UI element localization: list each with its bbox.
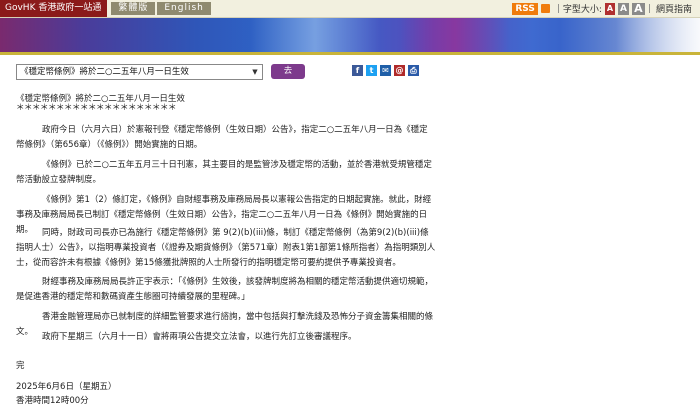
separator: | [647,3,651,14]
article-paragraph: 同時，財政司司長亦已為施行《穩定幣條例》第 9(2)(b)(iii)條，制訂《穩… [16,228,436,268]
top-bar: GovHK 香港政府一站通 繁體版 English RSS | 字型大小: A … [0,0,700,18]
font-size-small-button[interactable]: A [604,2,615,15]
mail-icon[interactable]: ✉ [380,65,391,76]
article-paragraph: 財經事務及庫務局局長許正宇表示：「《條例》生效後，該發牌制度將為相關的穩定幣活動… [16,277,434,302]
font-size-large-button[interactable]: A [631,2,645,15]
header-banner [0,18,700,55]
article-time: 香港時間12時00分 [16,396,89,406]
rss-icon[interactable] [540,4,550,13]
article-paragraph: 《條例》已於二○二五年五月三十日刊憲，其主要目的是監管涉及穩定幣的活動，並於香港… [16,160,432,185]
lang-traditional-chinese[interactable]: 繁體版 [111,2,156,15]
lang-english[interactable]: English [157,2,211,15]
select-value: 《穩定幣條例》將於二○二五年八月一日生效 [20,67,189,77]
controls-row: 《穩定幣條例》將於二○二五年八月一日生效 ▼ 去 f t ✉ @ ⎙ [16,64,684,80]
font-size-label: 字型大小: [562,5,602,15]
print-icon[interactable]: ⎙ [408,65,419,76]
font-size-medium-button[interactable]: A [617,2,629,15]
article-date: 2025年6月6日（星期五） [16,382,117,392]
article-paragraph: 政府下星期三（六月十一日）會將兩項公告提交立法會，以進行先訂立後審議程序。 [42,332,357,342]
article-end-marker: 完 [16,361,25,371]
title-underline-stars: ＊＊＊＊＊＊＊＊＊＊＊＊＊＊＊＊＊＊＊＊ [16,103,177,113]
press-release-select[interactable]: 《穩定幣條例》將於二○二五年八月一日生效 ▼ [16,64,263,80]
chevron-down-icon[interactable]: ▼ [250,65,260,79]
site-guide-link[interactable]: 網頁指南 [656,2,692,15]
email-icon[interactable]: @ [394,65,405,76]
facebook-icon[interactable]: f [352,65,363,76]
article-paragraph: 政府今日（六月六日）於憲報刊登《穩定幣條例（生效日期）公告》，指定二○二五年八月… [16,125,428,150]
govhk-link[interactable]: GovHK 香港政府一站通 [0,0,108,17]
share-icons: f t ✉ @ ⎙ [352,65,422,76]
go-button[interactable]: 去 [271,64,305,79]
rss-link[interactable]: RSS [512,2,538,15]
separator: | [556,3,560,14]
twitter-icon[interactable]: t [366,65,377,76]
